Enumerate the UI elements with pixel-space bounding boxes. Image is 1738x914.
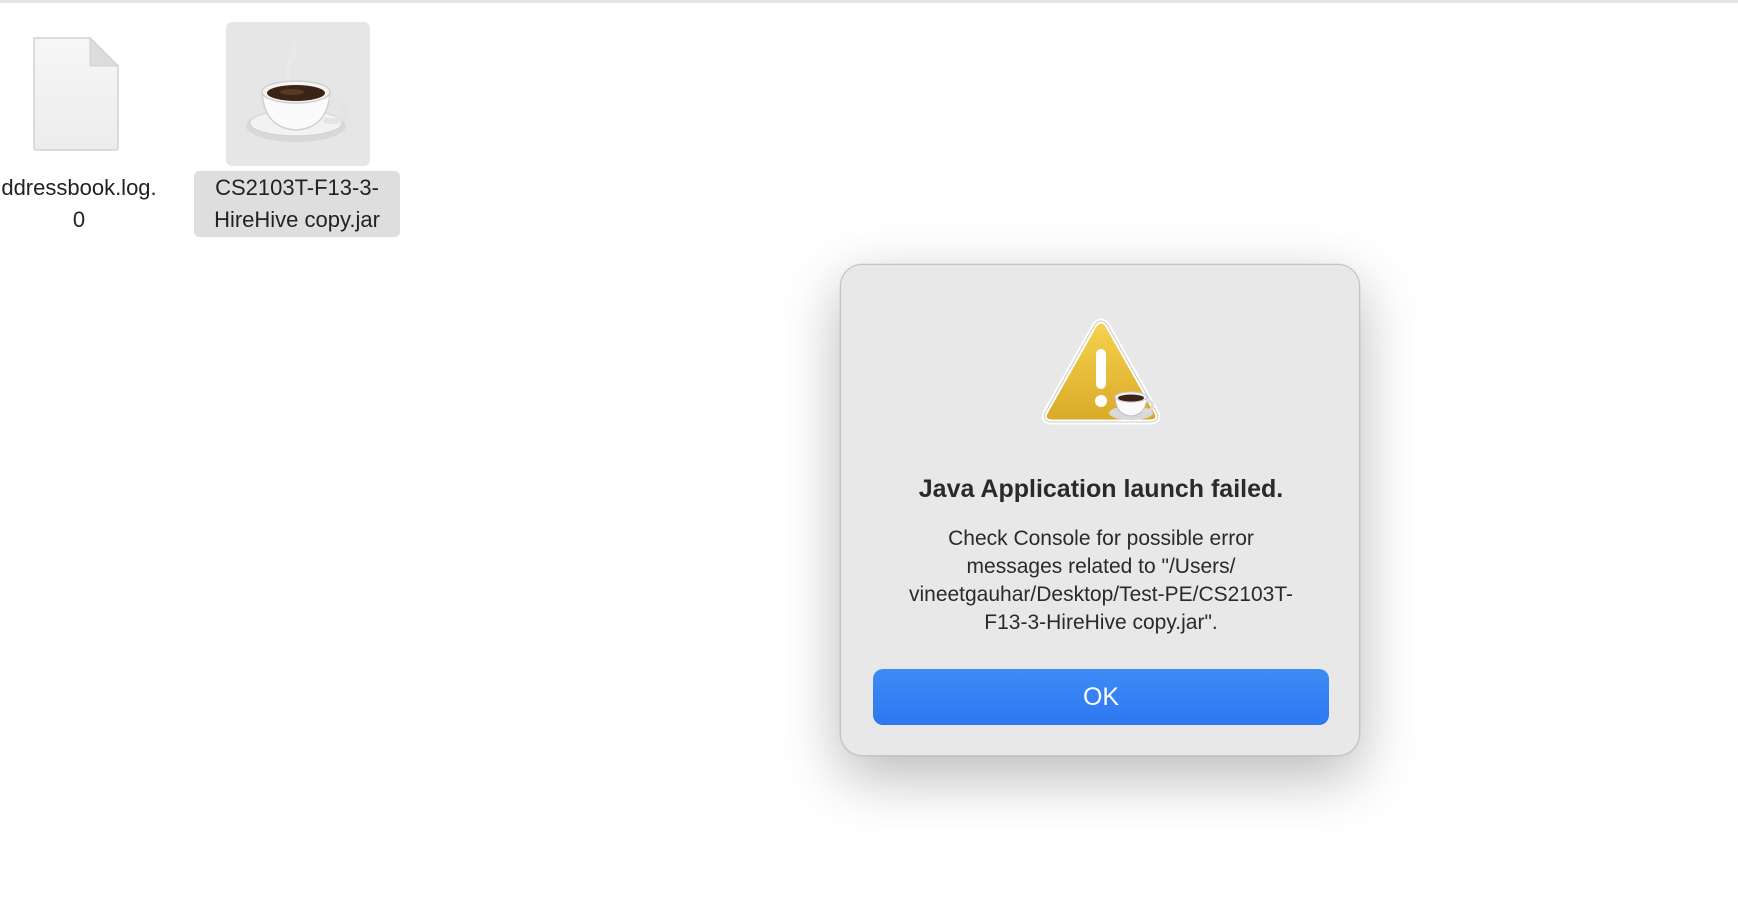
file-label: CS2103T-F13-3- HireHive copy.jar xyxy=(214,175,380,232)
java-warning-icon xyxy=(1039,315,1163,431)
document-file-icon[interactable] xyxy=(30,36,122,152)
dialog-title: Java Application launch failed. xyxy=(918,475,1284,503)
window-top-border xyxy=(0,0,1738,3)
ok-button[interactable]: OK xyxy=(873,669,1329,725)
alert-dialog: Java Application launch failed. Check Co… xyxy=(840,264,1360,756)
file-label: ddressbook.log. 0 xyxy=(1,175,157,232)
java-coffee-cup-icon[interactable] xyxy=(226,22,370,166)
dialog-message: Check Console for possible error message… xyxy=(908,527,1294,634)
